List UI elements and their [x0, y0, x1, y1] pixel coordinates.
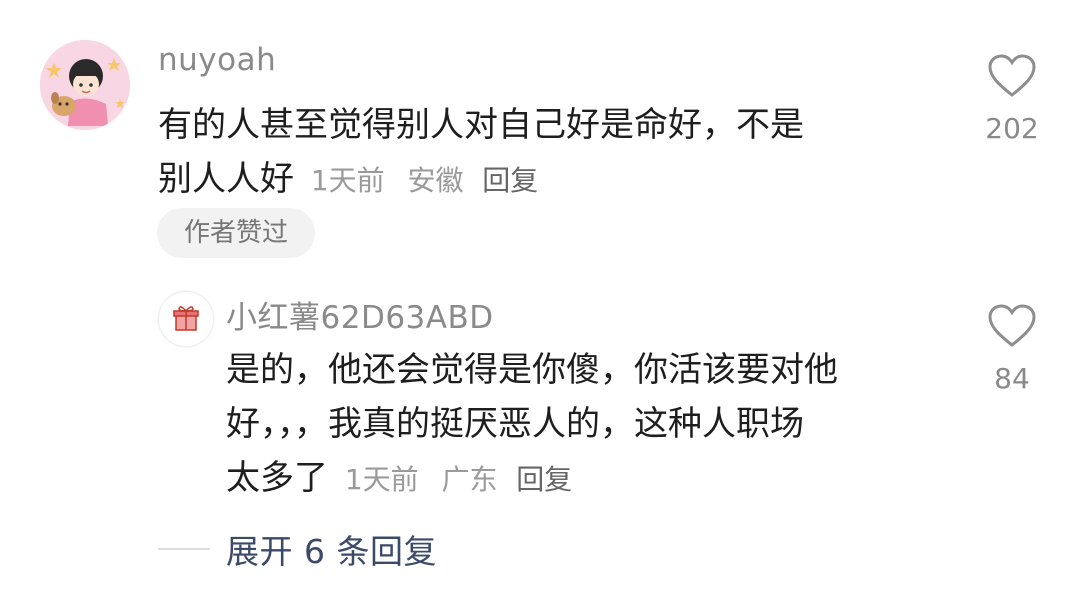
comment-reply-button[interactable]: 回复: [482, 164, 538, 197]
reply-text-line: 好，，，我真的挺厌恶人的，这种人职场: [226, 404, 804, 444]
reply-location: 广东: [441, 463, 498, 496]
comment-like-count: 202: [985, 112, 1039, 145]
reply-text-line: 是的，他还会觉得是你傻，你活该要对他: [226, 350, 838, 390]
reply-avatar[interactable]: [158, 291, 214, 347]
reply-reply-button[interactable]: 回复: [516, 463, 572, 496]
expand-replies-button[interactable]: 展开 6 条回复: [226, 525, 437, 573]
reply-time: 1天前: [344, 463, 419, 496]
reply-text-line-3: 太多了 1天前 广东 回复: [226, 451, 838, 507]
comment-text-line: 有的人甚至觉得别人对自己好是命好，不是: [158, 105, 804, 145]
reply-like-count: 84: [994, 362, 1030, 395]
comment-time: 1天前: [310, 164, 385, 197]
expand-divider: [158, 548, 210, 550]
comment-location: 安徽: [407, 164, 464, 197]
heart-outline-icon[interactable]: [988, 54, 1036, 98]
reply-text: 是的，他还会觉得是你傻，你活该要对他 好，，，我真的挺厌恶人的，这种人职场 太多…: [226, 343, 838, 507]
comment-text-line-tail: 别人人好: [158, 159, 294, 199]
comment-text-line-2: 别人人好 1天前 安徽 回复: [158, 152, 804, 208]
reply-text-line-tail: 太多了: [226, 458, 328, 498]
comment-text: 有的人甚至觉得别人对自己好是命好，不是 别人人好 1天前 安徽 回复: [158, 98, 804, 208]
author-liked-badge: 作者赞过: [157, 208, 315, 258]
comment-username[interactable]: nuyoah: [158, 42, 276, 78]
reply-username[interactable]: 小红薯62D63ABD: [226, 292, 494, 337]
avatar-illustration: [40, 40, 130, 130]
avatar[interactable]: [40, 40, 130, 130]
heart-outline-icon[interactable]: [988, 304, 1036, 348]
gift-icon: [173, 306, 199, 331]
